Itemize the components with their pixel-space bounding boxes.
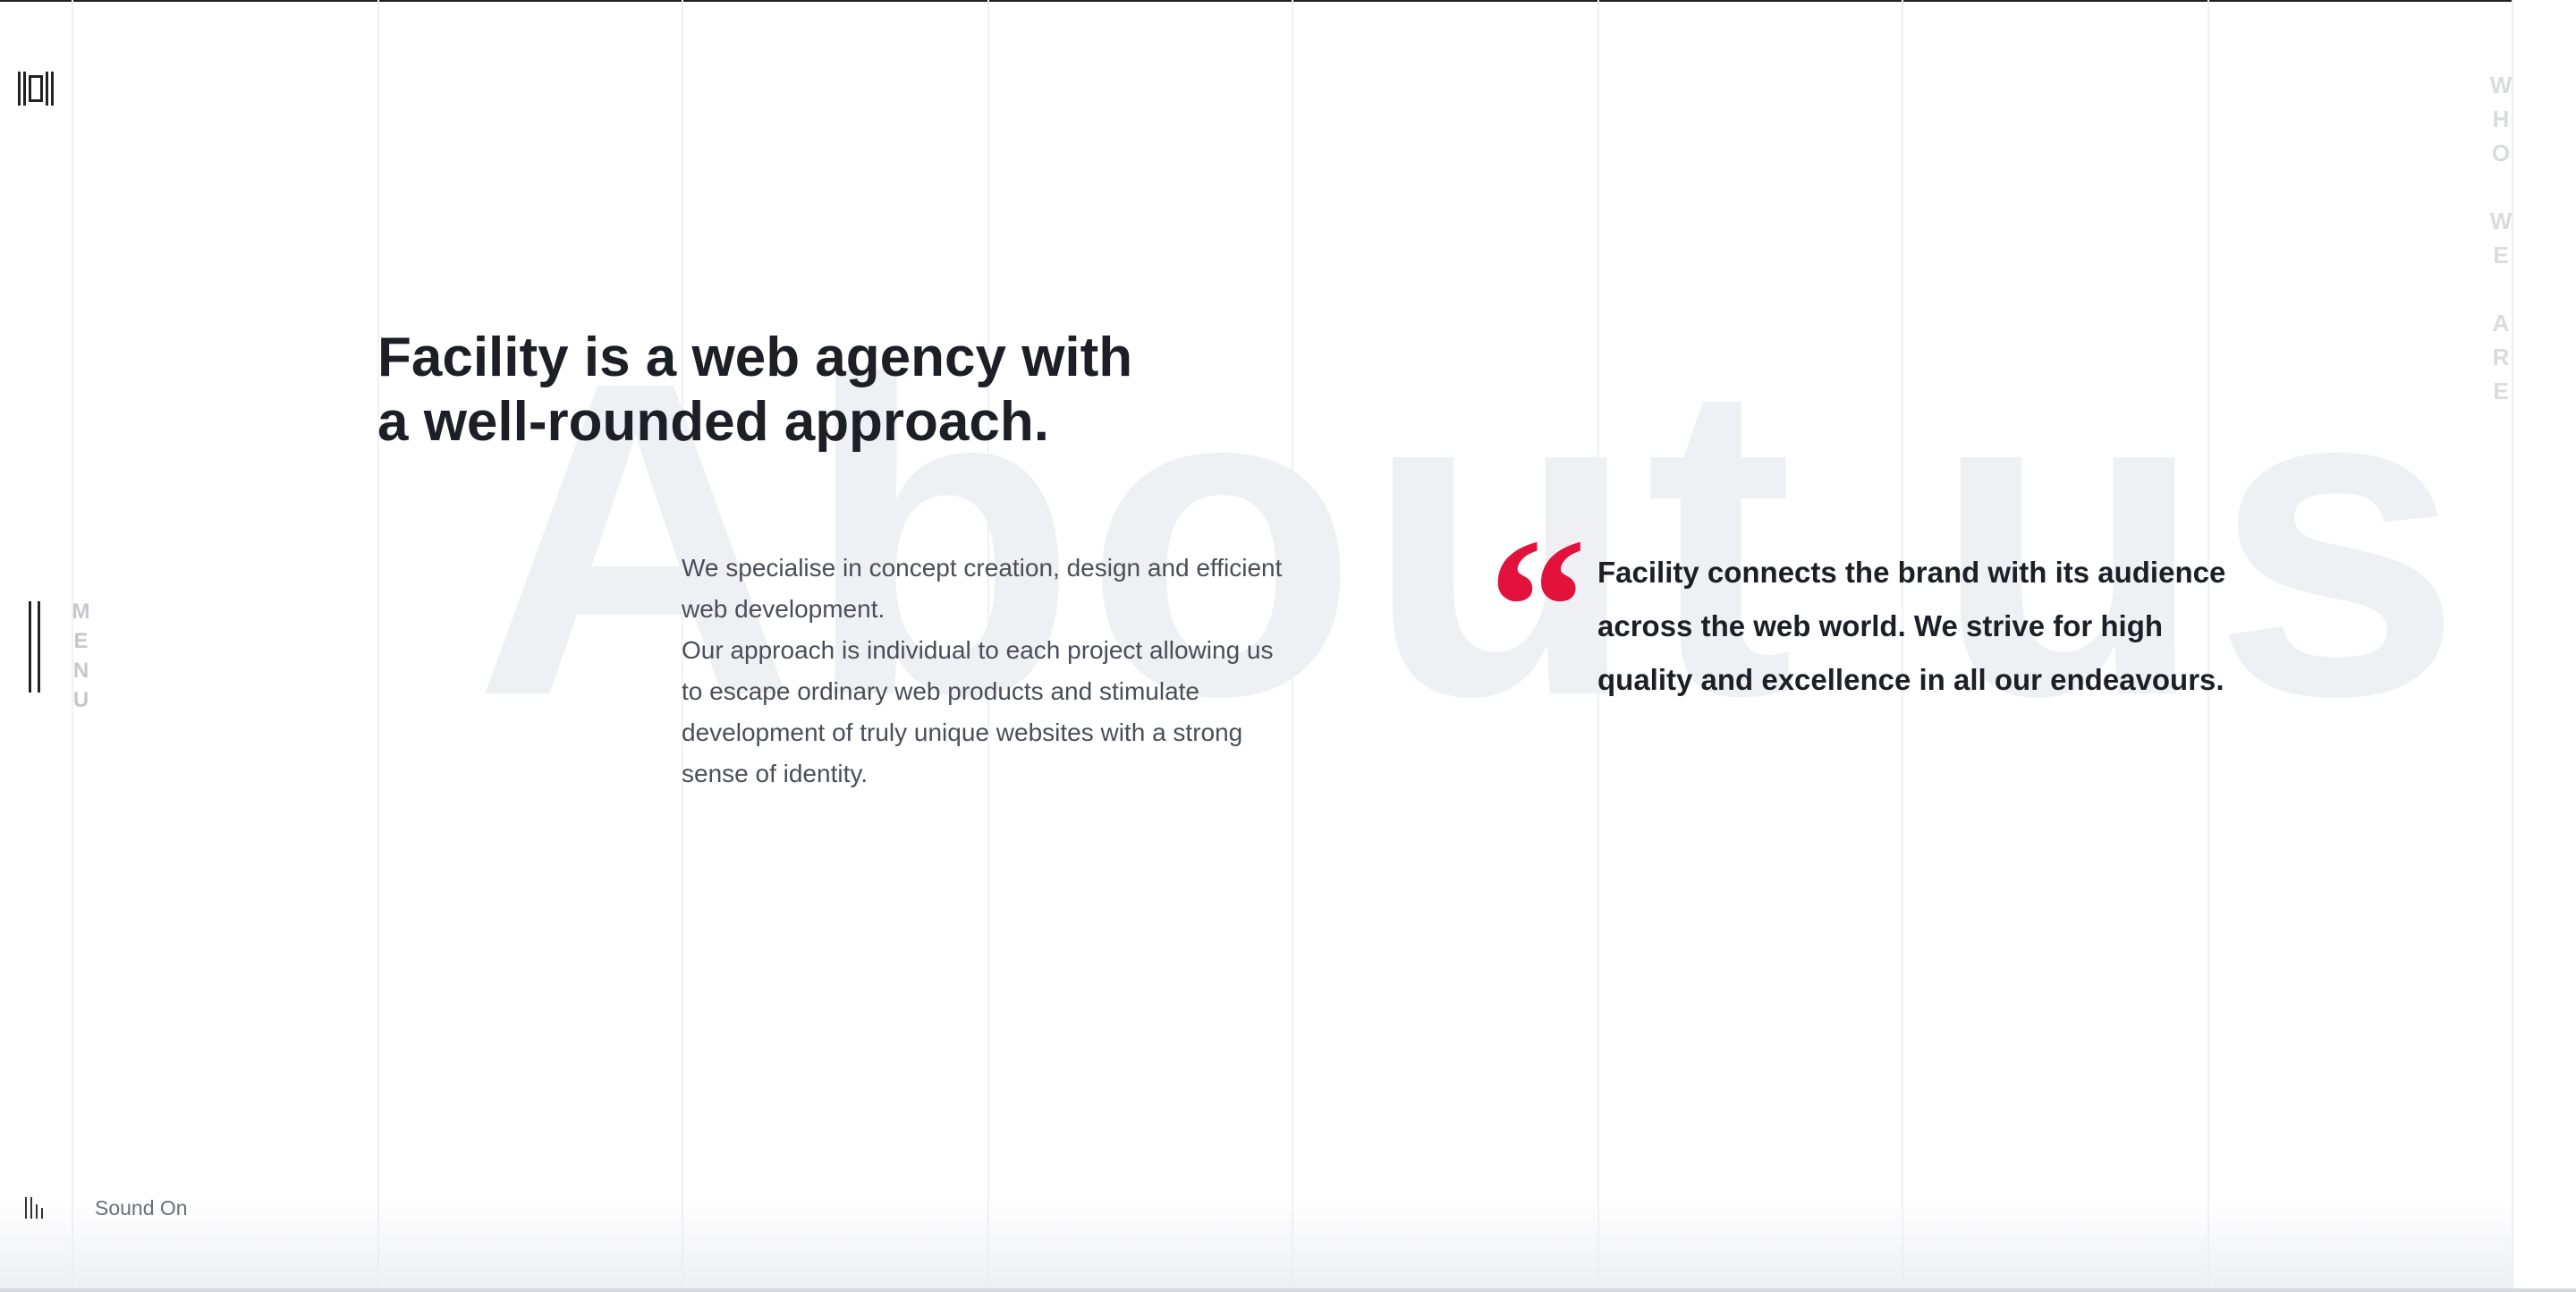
quote-mark-icon: “: [1488, 497, 1587, 716]
intro-paragraph-2: Our approach is individual to each proje…: [682, 636, 1274, 787]
sound-toggle[interactable]: Sound On: [25, 1195, 188, 1220]
grid-line: [377, 0, 379, 1292]
intro-paragraph-1: We specialise in concept creation, desig…: [682, 554, 1283, 623]
intro-text: We specialise in concept creation, desig…: [682, 548, 1290, 795]
page-headline: Facility is a web agency with a well-rou…: [377, 326, 1272, 455]
top-border: [0, 0, 2576, 2]
sound-bars-icon: [25, 1197, 47, 1219]
headline-line-1: Facility is a web agency with: [377, 327, 1133, 388]
quote-text: Facility connects the brand with its aud…: [1597, 556, 2226, 696]
bottom-fade: [0, 1199, 2512, 1292]
right-edge-panel: [2512, 0, 2576, 1292]
facility-logo-icon[interactable]: [18, 72, 55, 106]
bottom-strip: [0, 1288, 2576, 1292]
section-label: WHO WE ARE: [2487, 72, 2514, 412]
sound-label[interactable]: Sound On: [95, 1196, 188, 1220]
headline-line-2: a well-rounded approach.: [377, 391, 1049, 453]
menu-label[interactable]: MENU: [68, 599, 93, 718]
menu-bars-icon[interactable]: [29, 601, 41, 693]
